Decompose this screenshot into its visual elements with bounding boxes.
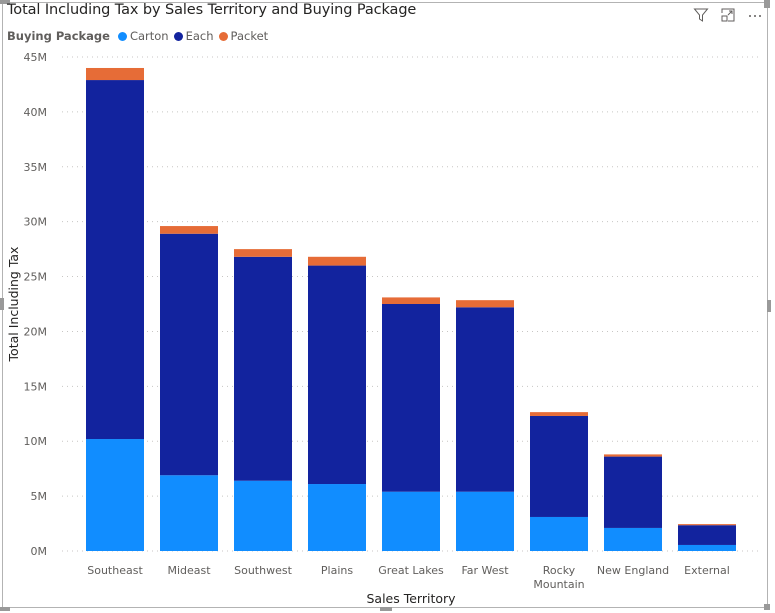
x-tick-label: External	[684, 564, 730, 577]
bar-stack-new-england[interactable]	[604, 454, 662, 551]
bar-stack-rocky-mountain[interactable]	[530, 412, 588, 551]
y-tick-label: 40M	[24, 106, 48, 119]
bar-packet-far-west[interactable]	[456, 300, 514, 308]
bar-carton-plains[interactable]	[308, 484, 366, 551]
y-tick-label: 10M	[24, 435, 48, 448]
x-axis-ticks: Southeast Mideast Southwest Plains Great Lak…	[87, 564, 730, 591]
bar-stack-southwest[interactable]	[234, 249, 292, 551]
x-axis-title: Sales Territory	[366, 591, 456, 606]
x-tick-label: Great Lakes	[378, 564, 444, 577]
bar-stack-far-west[interactable]	[456, 300, 514, 551]
bar-packet-new-england[interactable]	[604, 454, 662, 457]
bar-each-rocky-mountain[interactable]	[530, 415, 588, 517]
y-tick-label: 0M	[31, 545, 48, 558]
bar-carton-far-west[interactable]	[456, 491, 514, 551]
stacked-column-chart: 0M 5M 10M 15M 20M 25M 30M 35M 40M 45M Southeast Mi…	[6, 51, 758, 606]
y-tick-label: 20M	[24, 325, 48, 338]
bar-each-new-england[interactable]	[604, 456, 662, 528]
x-tick-label: Far West	[461, 564, 509, 577]
bar-stack-external[interactable]	[678, 524, 736, 551]
bar-stack-plains[interactable]	[308, 256, 366, 551]
bar-carton-southeast[interactable]	[86, 439, 144, 551]
bar-packet-great-lakes[interactable]	[382, 297, 440, 304]
bar-carton-rocky-mountain[interactable]	[530, 516, 588, 551]
x-tick-label: Mideast	[167, 564, 211, 577]
bar-carton-mideast[interactable]	[160, 475, 218, 551]
bar-packet-southeast[interactable]	[86, 67, 144, 81]
bar-packet-external[interactable]	[678, 524, 736, 526]
y-tick-label: 45M	[24, 51, 48, 64]
x-tick-label: Plains	[321, 564, 353, 577]
bar-carton-external[interactable]	[678, 544, 736, 551]
bar-carton-new-england[interactable]	[604, 527, 662, 551]
bar-carton-great-lakes[interactable]	[382, 491, 440, 551]
bar-stack-southeast[interactable]	[86, 67, 144, 551]
y-axis-ticks: 0M 5M 10M 15M 20M 25M 30M 35M 40M 45M	[24, 51, 48, 558]
bars	[86, 67, 736, 551]
bar-carton-southwest[interactable]	[234, 480, 292, 551]
bar-packet-mideast[interactable]	[160, 226, 218, 234]
y-tick-label: 30M	[24, 216, 48, 229]
y-tick-label: 35M	[24, 161, 48, 174]
x-tick-label: Southeast	[87, 564, 143, 577]
bar-each-far-west[interactable]	[456, 307, 514, 492]
bar-stack-mideast[interactable]	[160, 226, 218, 551]
y-tick-label: 5M	[31, 490, 48, 503]
x-tick-label: Rocky Mountain	[533, 564, 584, 591]
bar-each-mideast[interactable]	[160, 233, 218, 476]
bar-each-southwest[interactable]	[234, 256, 292, 481]
bar-packet-southwest[interactable]	[234, 249, 292, 257]
bar-packet-plains[interactable]	[308, 256, 366, 266]
x-tick-label: New England	[597, 564, 669, 577]
bar-each-southeast[interactable]	[86, 80, 144, 440]
y-axis-title: Total Including Tax	[6, 247, 21, 363]
bar-packet-rocky-mountain[interactable]	[530, 412, 588, 416]
x-tick-label: Southwest	[234, 564, 292, 577]
y-tick-label: 25M	[24, 271, 48, 284]
bar-each-plains[interactable]	[308, 265, 366, 485]
y-tick-label: 15M	[24, 380, 48, 393]
bar-each-external[interactable]	[678, 525, 736, 545]
bar-each-great-lakes[interactable]	[382, 304, 440, 492]
bar-stack-great-lakes[interactable]	[382, 297, 440, 551]
